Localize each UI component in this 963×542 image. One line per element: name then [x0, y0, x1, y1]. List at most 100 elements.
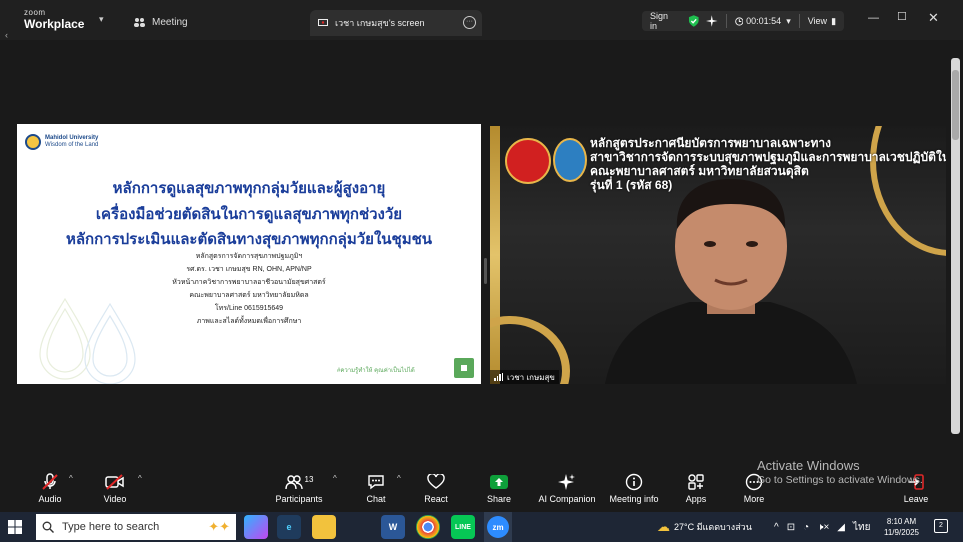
split-handle[interactable]	[484, 258, 487, 284]
word-icon[interactable]: W	[381, 515, 405, 539]
tab-title: เวชา เกษมสุข's screen	[335, 18, 425, 28]
zoom-window: ‹ zoom Workplace ▾ Meeting เวชา เกษมสุข'…	[0, 0, 963, 542]
activate-windows-watermark: Activate Windows Go to Settings to activ…	[757, 459, 923, 486]
participants-label: Participants	[275, 494, 323, 504]
university-motto: Wisdom of the Land	[45, 142, 99, 148]
scrollbar-thumb[interactable]	[952, 70, 959, 140]
meeting-icon	[134, 17, 145, 27]
title-bar: ‹ zoom Workplace ▾ Meeting เวชา เกษมสุข'…	[0, 0, 963, 40]
audio-options-caret[interactable]: ^	[69, 474, 73, 483]
ai-companion-label: AI Companion	[538, 494, 596, 504]
zoom-logo[interactable]: zoom Workplace	[24, 8, 84, 31]
activate-line-1: Activate Windows	[757, 458, 860, 473]
chat-icon	[368, 475, 384, 490]
weather-widget[interactable]: ☁ 27°C มีแดดบางส่วน	[657, 512, 752, 542]
share-screen-icon	[490, 475, 508, 489]
sparkle-icon[interactable]	[706, 15, 718, 27]
share-label: Share	[486, 494, 512, 504]
video-options-caret[interactable]: ^	[138, 474, 142, 483]
zoom-app-icon: zm	[487, 516, 509, 538]
shield-check-icon[interactable]	[688, 15, 700, 27]
meeting-label: Meeting	[152, 16, 188, 28]
mahidol-seal-icon	[25, 134, 41, 150]
chrome-icon[interactable]	[416, 515, 440, 539]
meeting-tab[interactable]: Meeting	[134, 14, 188, 30]
leave-label: Leave	[903, 494, 929, 504]
timer-chevron-icon[interactable]: ▾	[786, 16, 791, 27]
apps-label: Apps	[685, 494, 707, 504]
camera-off-icon	[105, 474, 124, 490]
mic-muted-icon	[42, 473, 58, 490]
clock-time: 8:10 AM	[886, 517, 917, 526]
header-separator	[725, 14, 727, 28]
window-edge: ‹	[5, 30, 8, 40]
participant-name: เวชา เกษมสุข	[507, 372, 555, 382]
signal-icon	[494, 373, 503, 381]
view-button[interactable]: View	[808, 16, 827, 26]
windows-start-icon[interactable]	[8, 520, 22, 534]
info-icon	[625, 473, 643, 491]
close-icon[interactable]: ✕	[928, 10, 939, 26]
edge-icon[interactable]: e	[277, 515, 301, 539]
language-indicator[interactable]: ไทย	[853, 520, 870, 535]
participants-count: 13	[304, 474, 314, 484]
maximize-icon[interactable]: ☐	[897, 10, 907, 23]
course-line-2: สาขาวิชาการจัดการระบบสุขภาพปฐมภูมิและการ…	[590, 150, 946, 164]
audio-label: Audio	[38, 494, 62, 504]
line-app-icon[interactable]: LINE	[451, 515, 475, 539]
file-explorer-icon[interactable]	[312, 515, 336, 539]
weather-cloud-icon: ☁	[657, 519, 670, 534]
network-icon[interactable]: ◢	[837, 522, 845, 533]
course-line-1: หลักสูตรประกาศนียบัตรการพยาบาลเฉพาะทาง	[590, 136, 832, 150]
participants-button[interactable]: 13 Participants	[269, 472, 329, 505]
notification-count: 2	[939, 522, 943, 529]
taskbar-search-box[interactable]: Type here to search ✦✦	[36, 514, 236, 540]
react-button[interactable]: React	[406, 472, 466, 504]
presenter-figure	[605, 179, 857, 384]
screen-icon	[318, 18, 328, 26]
heart-icon	[427, 474, 445, 489]
chat-options-caret[interactable]: ^	[397, 474, 401, 483]
chat-label: Chat	[366, 494, 386, 504]
video-label: Video	[103, 494, 127, 504]
wifi-icon[interactable]: ◔	[803, 522, 809, 533]
minimize-icon[interactable]: —	[868, 12, 879, 24]
clock-icon	[734, 16, 743, 26]
more-icon[interactable]: ···	[463, 16, 476, 29]
video-button[interactable]: Video	[85, 472, 145, 504]
apps-icon	[688, 474, 704, 490]
meeting-timer: 00:01:54	[746, 16, 782, 26]
meeting-info-button[interactable]: Meeting info	[604, 472, 664, 504]
tray-app-icon[interactable]: ⊡	[787, 522, 795, 533]
participant-video-tile[interactable]: หลักสูตรประกาศนียบัตรการพยาบาลเฉพาะทาง ส…	[490, 126, 946, 384]
sign-in-button[interactable]: Sign in	[650, 11, 676, 31]
search-highlight-icon: ✦✦	[208, 519, 230, 534]
notification-icon[interactable]: 2	[934, 519, 948, 533]
taskbar-clock[interactable]: 8:10 AM 11/9/2025	[884, 516, 919, 538]
university-name: Mahidol University	[45, 134, 99, 141]
search-icon	[42, 521, 54, 533]
activate-line-2: Go to Settings to activate Windows.	[757, 474, 923, 486]
tray-chevron-icon[interactable]: ^	[774, 522, 779, 533]
share-button[interactable]: Share	[469, 472, 529, 504]
participants-options-caret[interactable]: ^	[333, 474, 337, 483]
ai-sparkle-icon	[558, 474, 575, 490]
copilot-icon[interactable]	[244, 515, 268, 539]
slide-title-line-2: เครื่องมือช่วยตัดสินในการดูแลสุขภาพทุกช่…	[95, 206, 403, 223]
apps-button[interactable]: Apps	[666, 472, 726, 504]
logo-top: zoom	[24, 8, 46, 17]
screen-share-tab[interactable]: เวชา เกษมสุข's screen ···	[310, 10, 482, 36]
ai-companion-button[interactable]: AI Companion	[536, 472, 596, 504]
zoom-taskbar-tab[interactable]: zm	[484, 512, 512, 542]
volume-mute-icon[interactable]: 🕨×	[817, 522, 829, 533]
qr-code-icon	[454, 358, 474, 378]
more-label: More	[743, 494, 765, 504]
shared-slide: Mahidol University Wisdom of the Land หล…	[17, 124, 481, 384]
header-controls: Sign in 00:01:54 ▾ View ▮	[642, 11, 844, 31]
slide-sub-3: หัวหน้าภาควิชาการพยาบาลอาชีวอนามัยสุขศาส…	[172, 279, 326, 286]
decorative-drops-icon	[39, 297, 136, 384]
chevron-down-icon[interactable]: ▾	[99, 14, 104, 25]
university-logo-icon	[553, 138, 587, 182]
meeting-info-label: Meeting info	[609, 494, 659, 504]
view-layout-icon[interactable]: ▮	[831, 16, 836, 27]
